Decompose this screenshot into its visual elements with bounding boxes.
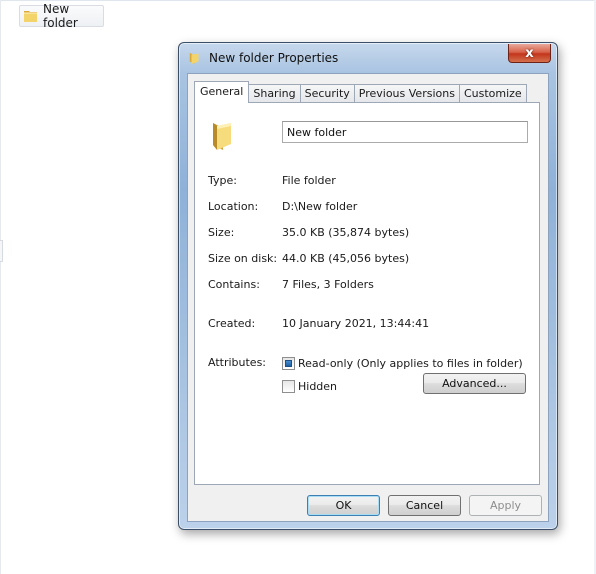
explorer-top-border <box>0 0 596 1</box>
properties-dialog: New folder Properties x General Sharing … <box>178 42 558 530</box>
apply-button[interactable]: Apply <box>469 495 542 516</box>
tab-security[interactable]: Security <box>299 84 355 103</box>
splitter-handle[interactable] <box>0 240 3 262</box>
tab-customize[interactable]: Customize <box>458 84 527 103</box>
folder-icon <box>23 8 39 24</box>
folder-name-input[interactable] <box>282 121 528 143</box>
dialog-client-area: General Sharing Security Previous Versio… <box>187 73 549 522</box>
size-on-disk-value: 44.0 KB (45,056 bytes) <box>282 252 410 265</box>
tab-strip: General Sharing Security Previous Versio… <box>194 81 527 103</box>
readonly-label[interactable]: Read-only (Only applies to files in fold… <box>298 357 523 370</box>
general-tab-panel: Type: File folder Location: D:\New folde… <box>194 102 540 485</box>
folder-item-label: New folder <box>43 2 78 30</box>
separator <box>208 338 527 339</box>
type-label: Type: <box>208 174 237 187</box>
tab-general[interactable]: General <box>194 81 250 103</box>
dialog-titlebar[interactable]: New folder Properties <box>179 43 557 73</box>
folder-icon <box>188 51 202 65</box>
cancel-button[interactable]: Cancel <box>388 495 461 516</box>
size-on-disk-label: Size on disk: <box>208 252 278 265</box>
folder-large-icon <box>210 117 238 151</box>
name-row <box>209 115 529 151</box>
close-button[interactable]: x <box>508 44 551 63</box>
hidden-label[interactable]: Hidden <box>298 380 337 393</box>
size-value: 35.0 KB (35,874 bytes) <box>282 226 410 239</box>
close-icon: x <box>525 45 534 61</box>
type-value: File folder <box>282 174 336 187</box>
separator <box>208 299 527 300</box>
contains-label: Contains: <box>208 278 260 291</box>
location-label: Location: <box>208 200 259 213</box>
created-label: Created: <box>208 317 256 330</box>
tab-sharing[interactable]: Sharing <box>248 84 301 103</box>
explorer-left-border <box>0 0 1 574</box>
ok-button[interactable]: OK <box>307 495 380 516</box>
readonly-checkbox[interactable] <box>282 357 295 370</box>
dialog-title: New folder Properties <box>209 51 339 65</box>
size-label: Size: <box>208 226 235 239</box>
created-value: 10 January 2021, 13:44:41 <box>282 317 430 330</box>
advanced-button[interactable]: Advanced... <box>423 373 526 394</box>
tab-previous-versions[interactable]: Previous Versions <box>353 84 460 103</box>
folder-item-new-folder[interactable]: New folder <box>19 2 104 30</box>
contains-value: 7 Files, 3 Folders <box>282 278 374 291</box>
hidden-checkbox[interactable] <box>282 380 295 393</box>
separator <box>208 156 527 157</box>
location-value: D:\New folder <box>282 200 358 213</box>
attributes-label: Attributes: <box>208 356 267 369</box>
